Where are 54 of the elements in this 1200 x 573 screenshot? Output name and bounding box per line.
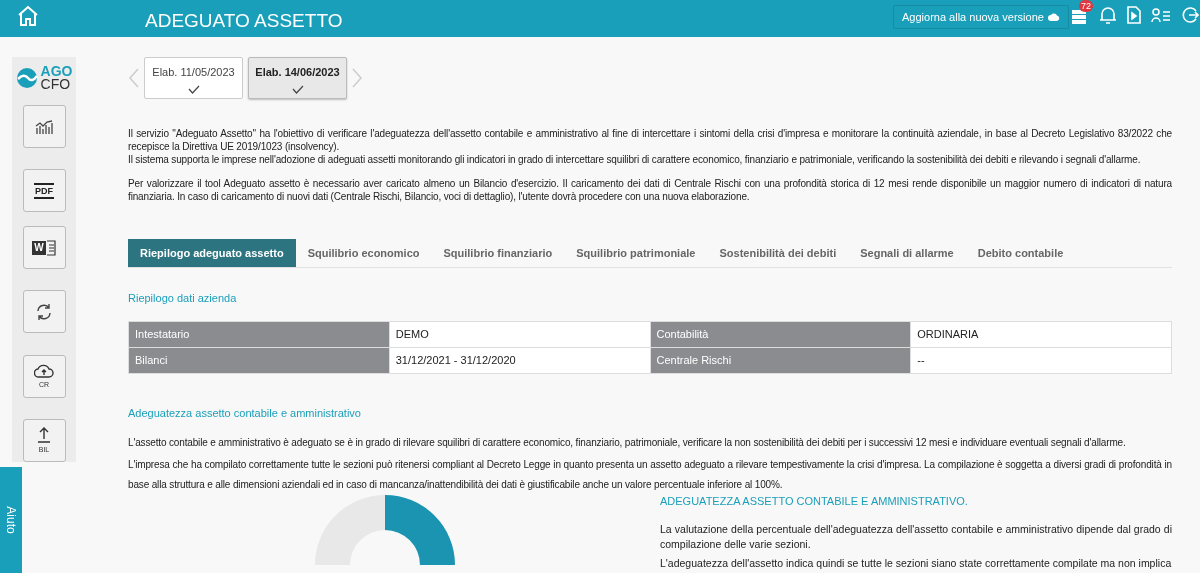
section-title: Riepilogo dati azienda	[128, 291, 238, 306]
table-label-cell: Centrale Rischi	[650, 347, 911, 373]
table-label-cell: Contabilità	[650, 321, 911, 347]
logo-icon	[15, 67, 38, 89]
tab[interactable]: Squilibrio patrimoniale	[564, 239, 708, 267]
logout-icon[interactable]	[1181, 6, 1199, 24]
table-cell: ORDINARIA	[910, 321, 1172, 347]
document-lines-icon	[45, 239, 56, 256]
home-icon[interactable]	[17, 5, 39, 27]
paragraph: Il sistema supporta le imprese nell'adozione di adeguati assetti monitorando gli indicatori in grado di intercettare squilibri di carattere economico, finanziario e patrimoniale, verificando la sostenibilità dei debiti e rilevando i segnali d'allarme.	[128, 153, 1142, 166]
check-icon	[187, 84, 200, 94]
bar-chart-icon	[35, 119, 53, 134]
refresh-icon	[35, 302, 53, 321]
table-label-cell: Intestatario	[128, 321, 390, 347]
paragraph: L'impresa che ha compilato correttamente tutte le sezioni può ritenersi compliant al Decreto Legge in quanto presenta un assetto adeguato a rilevare tempestivamente la crisi d'impresa. La compilazione è soggetta a diversi gradi di profondità in base alla struttura e alle dimensioni aziendali ed in caso di mancanza/inattendibilità dei dati è giustificabile anche un valore percentuale inferiore al 100%.	[128, 458, 1172, 492]
bell-icon[interactable]	[1099, 5, 1117, 25]
page-title: ADEGUATO ASSETTO	[145, 9, 343, 33]
tab[interactable]: Debito contabile	[965, 239, 1076, 267]
word-label: W	[32, 240, 46, 255]
help-tab[interactable]: Aiuto	[0, 467, 22, 573]
tab[interactable]: Riepilogo adeguato assetto	[128, 239, 296, 267]
paragraph: La valutazione della percentuale dell'adeguatezza dell'assetto contabile e amministrativo dipende dal grado di compilazione delle varie sezioni.	[660, 521, 1172, 552]
table-cell: 31/12/2021 - 31/12/2020	[389, 347, 650, 373]
sidebar-button[interactable]	[22, 290, 66, 333]
notification-count: 72	[1079, 0, 1093, 12]
cloud-icon	[1047, 13, 1060, 21]
section-title: ADEGUATEZZA ASSETTO CONTABILE E AMMINISTRATIVO.	[660, 494, 969, 509]
sidebar-button[interactable]: PDF	[22, 169, 66, 212]
tab[interactable]: Segnali di allarme	[848, 239, 966, 267]
user-list-icon[interactable]	[1151, 7, 1171, 23]
elaboration-card[interactable]: Elab. 14/06/2023	[248, 57, 347, 99]
elaboration-card[interactable]: Elab. 11/05/2023	[144, 57, 243, 99]
logo-text: CFO	[40, 78, 72, 91]
table-label-cell: Bilanci	[128, 347, 390, 373]
pdf-label: PDF	[34, 182, 54, 199]
sidebar-button[interactable]	[22, 105, 66, 148]
paragraph: L'adeguatezza dell'assetto indica quindi se tutte le sezioni siano state correttamente compilate ma non implica	[660, 555, 1172, 571]
table-cell: DEMO	[389, 321, 650, 347]
upload-icon	[37, 427, 51, 443]
paragraph: Il servizio "Adeguato Assetto" ha l'obiettivo di verificare l'adeguatezza dell'assetto contabile e amministrativo al fine di intercettare i sintomi della crisi d'impresa e monitorare la continuità aziendale, in base al Decreto Legislativo 83/2022 che recepisce la Direttiva UE 2019/1023 (insolvency).	[128, 127, 1172, 153]
tab[interactable]: Sostenibilità dei debiti	[707, 239, 849, 267]
server-icon[interactable]	[1071, 9, 1087, 25]
table-cell: --	[910, 347, 1172, 373]
tab[interactable]: Squilibrio economico	[295, 239, 432, 267]
paragraph: L'assetto contabile e amministrativo è adeguato se è in grado di rilevare squilibri di carattere economico, finanziario, patrimoniale, verificare la non sostenibilità dei debiti per i successivi 12 mesi e individuare eventuali segnali d'allarme.	[128, 436, 1127, 450]
cloud-upload-icon	[34, 364, 54, 378]
sidebar-button[interactable]: W	[22, 226, 66, 269]
section-title: Adeguatezza assetto contabile e amministrativo	[128, 405, 362, 421]
logo-text: AGO	[40, 65, 73, 78]
check-icon	[291, 84, 304, 94]
paragraph: Per valorizzare il tool Adeguato assetto è necessario aver caricato almeno un Bilancio d'esercizio. Il caricamento dei dati di Centrale Rischi con una profondità storica di 12 mesi rende disponibile un maggior numero di indicatori di natura finanziaria. In caso di caricamento di nuovi dati (Centrale Rischi, Bilancio, voci di dettaglio), l'utente dovrà procedere con una nuova elaborazione.	[128, 177, 1172, 203]
document-play-icon[interactable]	[1127, 6, 1141, 24]
update-button[interactable]: Aggiorna alla nuova versione	[893, 5, 1069, 29]
tab[interactable]: Squilibrio finanziario	[431, 239, 565, 267]
